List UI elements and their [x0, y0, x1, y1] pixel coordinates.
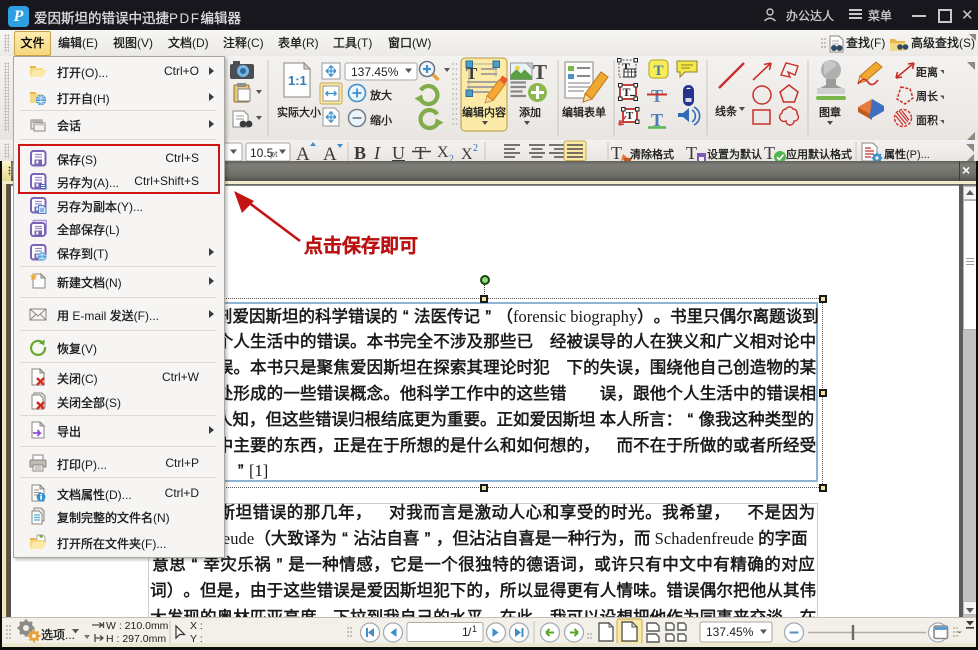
svg-text:A: A [323, 144, 337, 161]
svg-text:A: A [296, 144, 310, 161]
svg-text:T: T [611, 143, 622, 161]
svg-text:X: X [437, 144, 449, 161]
svg-text:2: 2 [473, 143, 478, 154]
svg-text:I: I [373, 143, 381, 161]
svg-text:T: T [626, 110, 634, 122]
svg-text:T: T [654, 63, 664, 79]
svg-text:1:1: 1:1 [288, 73, 307, 88]
svg-text:X: X [461, 146, 473, 161]
svg-text:137.45%: 137.45% [351, 65, 399, 79]
svg-text:pt: pt [270, 149, 278, 159]
svg-text:U: U [392, 143, 405, 161]
svg-text:T: T [764, 143, 775, 161]
svg-text:T: T [623, 85, 631, 99]
svg-text:T: T [533, 60, 547, 84]
svg-text:1: 1 [472, 624, 477, 634]
svg-text:T: T [651, 86, 663, 106]
svg-text:T: T [686, 143, 697, 161]
svg-text:B: B [354, 143, 366, 161]
svg-text:2: 2 [449, 154, 454, 161]
svg-text:137.45%: 137.45% [706, 625, 754, 639]
